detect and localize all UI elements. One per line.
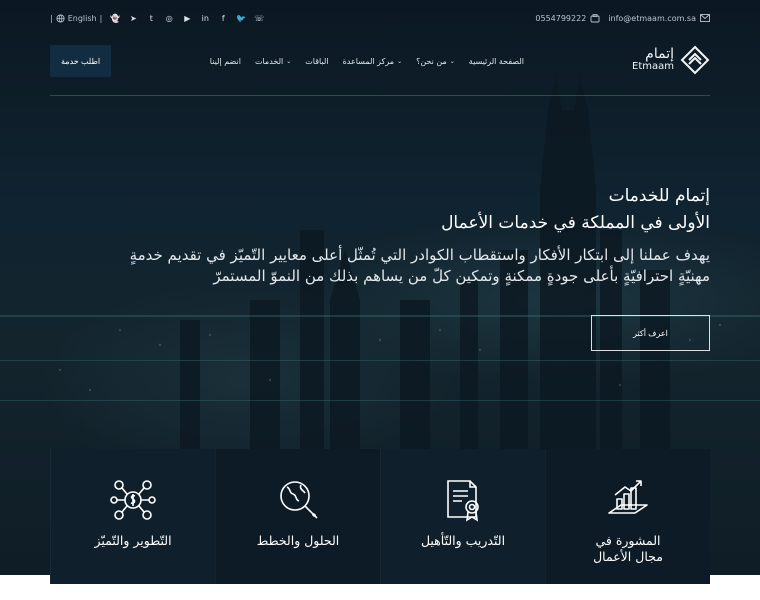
phone-icon xyxy=(590,13,600,22)
email-address: info@etmaam.com.sa xyxy=(608,13,696,23)
service-title: المشورة في مجال الأعمال xyxy=(593,533,663,564)
nav-item-label: من نحن؟ xyxy=(416,56,447,66)
service-card-business-consulting[interactable]: المشورة في مجال الأعمال xyxy=(545,449,710,584)
nav-item-label: الصفحة الرئيسية xyxy=(468,56,524,66)
logo-arabic-text: إتمام xyxy=(645,46,674,63)
envelope-icon xyxy=(700,14,710,22)
email-contact[interactable]: info@etmaam.com.sa xyxy=(608,14,710,23)
nav-item-join-us[interactable]: انضم إلينا xyxy=(210,57,241,66)
service-title: الحلول والخطط xyxy=(256,533,340,548)
learn-more-button[interactable]: اعرف أكثر xyxy=(591,315,710,351)
chevron-down-icon: ⌄ xyxy=(397,57,403,65)
money-network-icon xyxy=(110,480,156,520)
linkedin-icon[interactable]: in xyxy=(200,13,210,23)
globe-icon xyxy=(56,13,65,23)
service-card-training[interactable]: التّدريب والتّأهيل xyxy=(380,449,545,584)
tumblr-icon[interactable]: t xyxy=(146,13,156,23)
phone-contact[interactable]: 0554799222 xyxy=(535,14,600,23)
nav-item-packages[interactable]: الباقات xyxy=(305,57,328,66)
nav-item-label: الباقات xyxy=(305,56,329,66)
pipe-divider: | xyxy=(99,13,103,23)
pipe-divider: | xyxy=(50,13,53,23)
telegram-icon[interactable]: ➤ xyxy=(128,13,138,23)
nav-item-home[interactable]: الصفحة الرئيسية xyxy=(469,57,524,66)
growth-chart-icon xyxy=(608,480,648,514)
nav-divider xyxy=(50,95,710,96)
snapchat-icon[interactable]: 👻 xyxy=(110,13,120,23)
service-card-development[interactable]: التّطوير والتّميّز xyxy=(50,449,215,584)
logo-mark-icon xyxy=(680,45,710,75)
request-service-button[interactable]: اطلب خدمة xyxy=(50,45,112,77)
nav-menu: الصفحة الرئيسية من نحن؟ ⌄ مركز المساعدة ⌄ … xyxy=(210,57,524,66)
chevron-down-icon: ⌄ xyxy=(449,57,455,65)
hero-subtitle: الأولى في المملكة في خدمات الأعمال xyxy=(441,213,710,233)
nav-item-about[interactable]: من نحن؟ ⌄ xyxy=(416,57,455,66)
certificate-icon xyxy=(447,480,479,522)
instagram-icon[interactable]: ◎ xyxy=(164,13,174,23)
nav-item-label: مركز المساعدة xyxy=(342,56,395,66)
services-strip: المشورة في مجال الأعمال التّدريب والتّأه… xyxy=(50,449,710,584)
nav-item-help-center[interactable]: مركز المساعدة ⌄ xyxy=(343,57,403,66)
whatsapp-icon[interactable]: ☏ xyxy=(254,13,264,23)
language-label: English xyxy=(67,13,97,23)
facebook-icon[interactable]: f xyxy=(218,13,228,23)
nav-item-label: الخدمات xyxy=(254,56,284,66)
service-title: التّطوير والتّميّز xyxy=(94,533,172,548)
youtube-icon[interactable]: ▶ xyxy=(182,13,192,23)
service-card-solutions[interactable]: الحلول والخطط xyxy=(215,449,380,584)
phone-number: 0554799222 xyxy=(535,13,587,23)
main-nav: اطلب خدمة الصفحة الرئيسية من نحن؟ ⌄ مركز … xyxy=(50,45,710,77)
service-title: التّدريب والتّأهيل xyxy=(420,533,506,548)
language-switcher[interactable]: | English | xyxy=(50,14,102,23)
globe-search-icon xyxy=(280,481,318,519)
top-bar: | English | 👻 ➤ t ◎ ▶ in f 🐦 ☏ 055479922… xyxy=(50,10,710,26)
hero-text-block: إتمام للخدمات الأولى في المملكة في خدمات… xyxy=(110,183,710,287)
nav-item-services[interactable]: الخدمات ⌄ xyxy=(255,57,291,66)
chevron-down-icon: ⌄ xyxy=(286,57,292,65)
hero-description: يهدف عملنا إلى ابتكار الأفكار واستقطاب ا… xyxy=(129,246,710,285)
logo-english-text: Etmaam xyxy=(632,61,674,73)
etmaam-logo[interactable]: إتمام Etmaam xyxy=(632,45,710,75)
hero-title: إتمام للخدمات xyxy=(608,186,710,206)
nav-item-label: انضم إلينا xyxy=(209,56,241,66)
twitter-icon[interactable]: 🐦 xyxy=(236,13,246,23)
